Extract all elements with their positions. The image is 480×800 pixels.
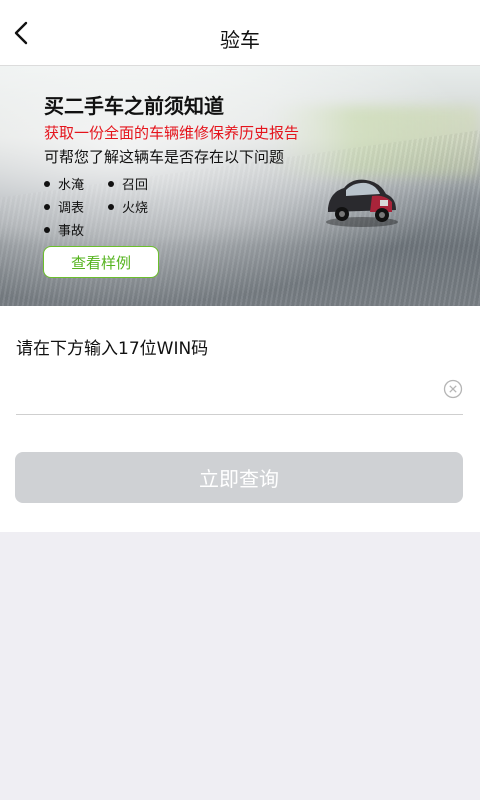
- issue-label: 调表: [58, 201, 85, 216]
- bullet-icon: [108, 180, 114, 187]
- vin-form: 请在下方输入17位WIN码 立即查询: [0, 306, 480, 532]
- list-item: 事故: [44, 220, 84, 239]
- bullet-icon: [44, 203, 50, 210]
- banner-description: 可帮您了解这辆车是否存在以下问题: [44, 148, 285, 166]
- info-banner: 买二手车之前须知道 获取一份全面的车辆维修保养历史报告 可帮您了解这辆车是否存在…: [0, 66, 480, 306]
- list-item: 水淹: [44, 174, 84, 193]
- toy-car-illustration: [326, 179, 398, 227]
- issue-label: 召回: [122, 178, 149, 193]
- vin-prompt-label: 请在下方输入17位WIN码: [16, 339, 209, 359]
- list-item: 调表: [44, 197, 84, 216]
- vin-input[interactable]: [16, 372, 436, 412]
- issue-label: 事故: [58, 224, 85, 239]
- issue-label: 火烧: [122, 201, 149, 216]
- issue-label: 水淹: [58, 178, 85, 193]
- nav-bar: 验车: [0, 0, 480, 66]
- clear-input-icon[interactable]: [443, 379, 463, 399]
- view-sample-button[interactable]: 查看样例: [43, 246, 159, 278]
- banner-subtitle: 获取一份全面的车辆维修保养历史报告: [44, 124, 300, 142]
- list-item: 召回: [108, 174, 148, 193]
- list-item: 火烧: [108, 197, 148, 216]
- input-underline: [16, 414, 463, 415]
- bullet-icon: [44, 180, 50, 187]
- bullet-icon: [108, 203, 114, 210]
- banner-title: 买二手车之前须知道: [44, 94, 224, 118]
- query-now-button[interactable]: 立即查询: [15, 452, 463, 503]
- bullet-icon: [44, 226, 50, 233]
- page-title: 验车: [220, 28, 260, 52]
